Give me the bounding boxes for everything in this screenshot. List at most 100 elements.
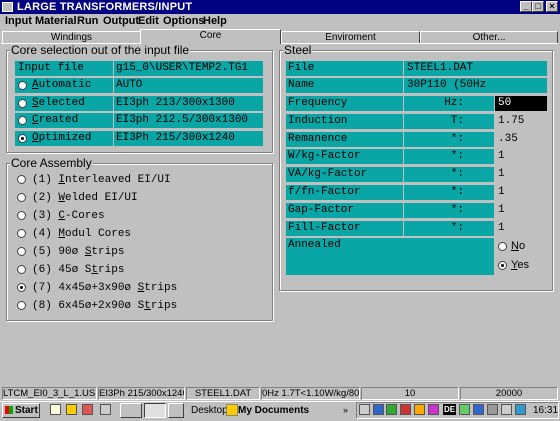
desktop-toolbar-label[interactable]: Desktop (191, 405, 228, 416)
status-cell-2: EI3Ph 215/300x1240 (98, 387, 185, 400)
menu-run[interactable]: Run (77, 15, 98, 27)
steel-field-unit-cell: *: (404, 167, 494, 183)
steel-field-unit-cell: *: (404, 185, 494, 200)
core-assembly-option-4[interactable]: (4) Modul Cores (17, 228, 267, 241)
core-assembly-option-3[interactable]: (3) C-Cores (17, 210, 267, 223)
tray-icon-7[interactable] (459, 404, 470, 415)
radio-button-icon[interactable] (17, 301, 26, 310)
annealed-option-yes[interactable]: Yes (498, 259, 548, 272)
core-selection-option-selected[interactable]: Selected (15, 96, 113, 111)
annealed-option-no[interactable]: No (498, 240, 548, 253)
radio-button-icon[interactable] (17, 283, 26, 292)
toolbar-expand-icon[interactable]: » (343, 405, 348, 415)
steel-field-label: Fill-Factor (288, 221, 361, 234)
steel-field-label-cell: Frequency (286, 96, 403, 111)
steel-name-value: 30P110 (50Hz (404, 78, 547, 93)
volume-icon[interactable] (501, 404, 512, 415)
tray-icon-3[interactable] (386, 404, 397, 415)
radio-button-icon[interactable] (18, 134, 27, 143)
steel-field-input[interactable]: 1 (495, 220, 547, 236)
menu-options[interactable]: Options (163, 15, 205, 27)
core-selection-option-optimized[interactable]: Optimized (15, 131, 113, 146)
steel-field-label: f/fn-Factor (288, 186, 361, 198)
radio-button-icon[interactable] (17, 247, 26, 256)
task-window-2[interactable] (144, 403, 166, 418)
status-cell-5: 10 (361, 387, 459, 400)
menu-help[interactable]: Help (203, 15, 227, 27)
tray-icon-6[interactable] (428, 404, 439, 415)
radio-button-icon[interactable] (17, 229, 26, 238)
quicklaunch-explorer-icon[interactable] (66, 404, 77, 415)
annealed-option-label: Yes (511, 259, 529, 271)
radio-button-icon[interactable] (18, 99, 27, 108)
core-assembly-option-2[interactable]: (2) Welded EI/UI (17, 192, 267, 205)
menu-bar: Input Material Run Output Edit Options H… (0, 14, 560, 28)
core-assembly-option-6[interactable]: (6) 45ø Strips (17, 264, 267, 277)
tray-icon-1[interactable] (359, 404, 370, 415)
core-selection-option-automatic[interactable]: Automatic (15, 78, 113, 93)
app-icon[interactable] (2, 2, 13, 12)
menu-material[interactable]: Material (35, 15, 77, 27)
radio-button-icon[interactable] (18, 81, 27, 90)
steel-field-unit: *: (450, 132, 464, 145)
minimize-icon[interactable]: _ (520, 1, 532, 12)
core-assembly-option-1[interactable]: (1) Interleaved EI/UI (17, 174, 267, 187)
radio-button-icon[interactable] (18, 116, 27, 125)
close-icon[interactable]: × (546, 1, 558, 12)
steel-field-input[interactable]: .35 (495, 131, 547, 147)
language-indicator[interactable]: DE (443, 404, 456, 415)
steel-field-label: Frequency (288, 97, 348, 109)
steel-field-input[interactable]: 1 (495, 202, 547, 218)
tray-icon-8[interactable] (473, 404, 484, 415)
tray-icon-5[interactable] (414, 404, 425, 415)
quicklaunch-word-icon[interactable] (50, 404, 61, 415)
steel-field-input[interactable]: 50 (495, 96, 547, 111)
tray-icon-9[interactable] (487, 404, 498, 415)
steel-field-unit-cell: *: (404, 149, 494, 165)
radio-button-icon[interactable] (17, 265, 26, 274)
tab-environment[interactable]: Enviroment (281, 31, 420, 43)
radio-button-icon[interactable] (17, 175, 26, 184)
core-assembly-option-7[interactable]: (7) 4x45ø+3x90ø Strips (17, 282, 267, 295)
tray-icon-10[interactable] (515, 404, 526, 415)
tab-other[interactable]: Other... (420, 31, 558, 43)
input-file-label-cell: Input file (15, 61, 113, 76)
radio-button-icon[interactable] (498, 261, 507, 270)
radio-button-icon[interactable] (498, 242, 507, 251)
tab-windings[interactable]: Windings (2, 31, 141, 43)
annealed-option-label: No (511, 240, 526, 252)
menu-input[interactable]: Input (5, 15, 32, 27)
core-assembly-option-label: (7) 4x45ø+3x90ø Strips (32, 282, 178, 294)
task-window-3[interactable] (168, 403, 184, 418)
steel-field-input[interactable]: 1 (495, 149, 547, 165)
steel-field-input[interactable]: 1 (495, 185, 547, 200)
steel-file-label: File (288, 62, 315, 74)
my-documents-label[interactable]: My Documents (238, 405, 309, 416)
radio-button-icon[interactable] (17, 193, 26, 202)
menu-edit[interactable]: Edit (138, 15, 159, 27)
radio-button-icon[interactable] (17, 211, 26, 220)
tray-icon-2[interactable] (373, 404, 384, 415)
steel-field-label: Induction (288, 114, 348, 127)
input-file-value: g15_0\USER\TEMP2.TG1 (114, 61, 263, 76)
steel-field-input[interactable]: 1.75 (495, 113, 547, 129)
steel-field-unit: T: (450, 114, 464, 127)
core-assembly-option-5[interactable]: (5) 90ø Strips (17, 246, 267, 259)
menu-output[interactable]: Output (103, 15, 139, 27)
windows-logo-icon (5, 406, 13, 414)
core-assembly-option-8[interactable]: (8) 6x45ø+2x90ø Strips (17, 300, 267, 313)
core-selection-option-created[interactable]: Created (15, 113, 113, 128)
start-button[interactable]: Start (2, 403, 40, 418)
steel-name-label-cell: Name (286, 78, 403, 93)
quicklaunch-desktop-icon[interactable] (100, 404, 111, 415)
steel-field-label-cell: Gap-Factor (286, 202, 403, 218)
clock[interactable]: 16:31 (533, 405, 558, 416)
steel-field-unit: *: (450, 221, 464, 234)
quicklaunch-app-icon[interactable] (82, 404, 93, 415)
maximize-icon[interactable]: □ (532, 1, 544, 12)
task-window-1[interactable] (120, 403, 142, 418)
steel-field-label-cell: VA/kg-Factor (286, 167, 403, 183)
tab-core[interactable]: Core (140, 29, 281, 44)
steel-field-input[interactable]: 1 (495, 167, 547, 183)
tray-icon-4[interactable] (400, 404, 411, 415)
